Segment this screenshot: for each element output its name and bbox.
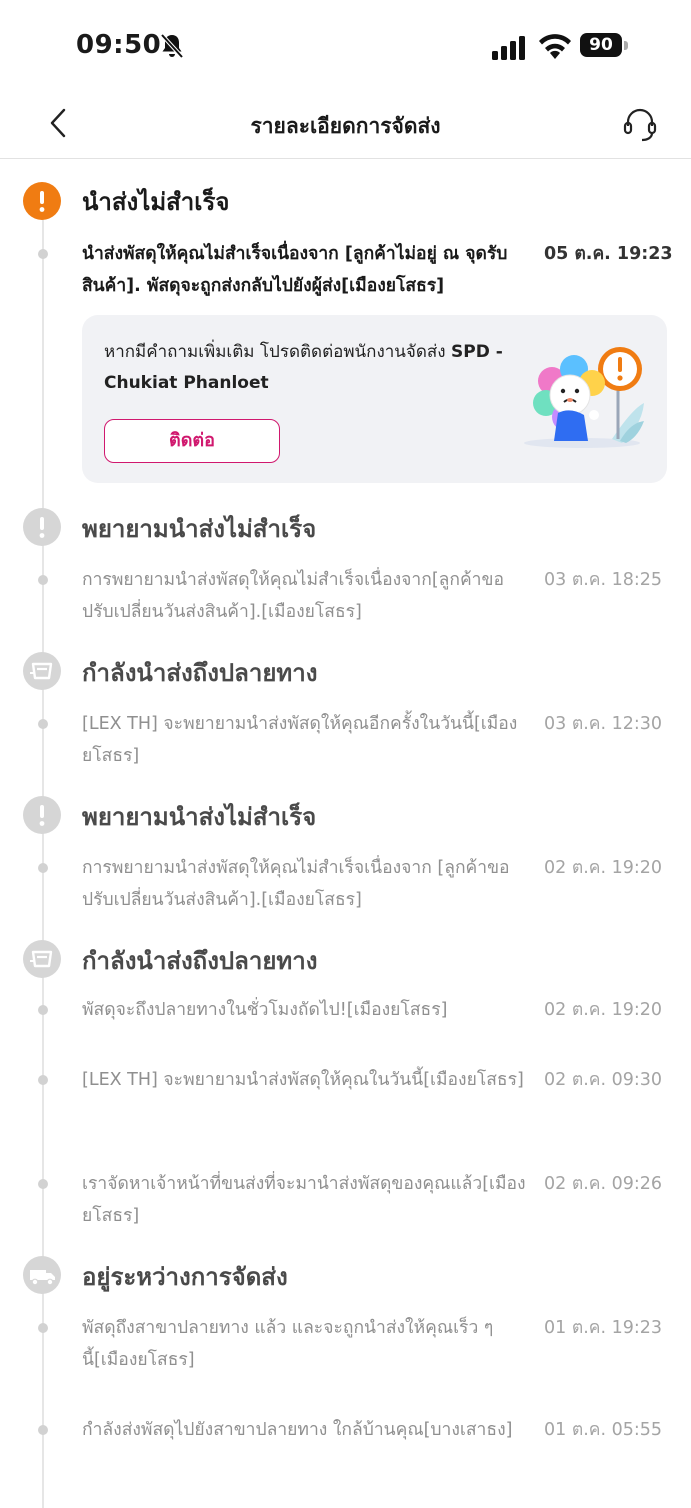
- stage-title: พยายามนำส่งไม่สำเร็จ: [82, 515, 317, 543]
- mascot-alert-illustration: [524, 347, 644, 448]
- courier-contact-card: หากมีคำถามเพิ่มเติม โปรดติดต่อพนักงานจัด…: [82, 315, 667, 483]
- event-dot: [38, 1425, 48, 1435]
- page-title: รายละเอียดการจัดส่ง: [250, 114, 441, 138]
- card-text: หากมีคำถามเพิ่มเติม โปรดติดต่อพนักงานจัด…: [104, 342, 446, 362]
- event-text: นำส่งพัสดุให้คุณไม่สำเร็จเนื่องจาก [ลูกค…: [82, 244, 508, 296]
- cellular-signal-icon: [492, 36, 525, 60]
- battery-level: 90: [580, 33, 622, 57]
- event-dot: [38, 719, 48, 729]
- event-text: กำลังส่งพัสดุไปยังสาขาปลายทาง ใกล้บ้านคุ…: [82, 1420, 513, 1440]
- wifi-icon: [539, 34, 571, 59]
- event-text: พัสดุถึงสาขาปลายทาง แล้ว และจะถูกนำส่งให…: [82, 1318, 494, 1370]
- status-time: 09:50: [76, 30, 162, 60]
- event-time: 02 ต.ค. 09:30: [544, 1070, 663, 1090]
- event-time: 02 ต.ค. 09:26: [544, 1174, 663, 1194]
- card-message: หากมีคำถามเพิ่มเติม โปรดติดต่อพนักงานจัด…: [104, 337, 514, 399]
- battery-indicator: 90: [580, 33, 632, 59]
- delivery-box-icon: [23, 940, 61, 978]
- event-dot: [38, 575, 48, 585]
- nav-bar: รายละเอียดการจัดส่ง: [0, 90, 691, 159]
- event-time: 02 ต.ค. 19:20: [544, 1000, 663, 1020]
- delivery-timeline: นำส่งไม่สำเร็จ นำส่งพัสดุให้คุณไม่สำเร็จ…: [0, 158, 691, 1508]
- alert-icon: [23, 508, 61, 546]
- status-bar: 09:50 90: [0, 0, 691, 90]
- event-text: เราจัดหาเจ้าหน้าที่ขนส่งที่จะมานำส่งพัสด…: [82, 1174, 526, 1226]
- event-time: 01 ต.ค. 05:55: [544, 1420, 663, 1440]
- event-text: [LEX TH] จะพยายามนำส่งพัสดุให้คุณในวันนี…: [82, 1070, 524, 1090]
- contact-courier-button[interactable]: ติดต่อ: [104, 419, 280, 463]
- event-dot: [38, 1005, 48, 1015]
- event-text: [LEX TH] จะพยายามนำส่งพัสดุให้คุณอีกครั้…: [82, 714, 518, 766]
- alert-icon: [23, 182, 61, 220]
- headset-support-icon[interactable]: [620, 104, 660, 144]
- stage-title: กำลังนำส่งถึงปลายทาง: [82, 659, 318, 687]
- timeline-line: [42, 198, 44, 1508]
- event-dot: [38, 1323, 48, 1333]
- event-time: 02 ต.ค. 19:20: [544, 858, 663, 878]
- event-dot: [38, 863, 48, 873]
- bell-muted-icon: [160, 33, 184, 59]
- event-time: 03 ต.ค. 18:25: [544, 570, 663, 590]
- stage-title: พยายามนำส่งไม่สำเร็จ: [82, 803, 317, 831]
- event-time: 01 ต.ค. 19:23: [544, 1318, 663, 1338]
- event-text: พัสดุจะถึงปลายทางในชั่วโมงถัดไป![เมืองยโ…: [82, 1000, 448, 1020]
- delivery-box-icon: [23, 652, 61, 690]
- event-time: 05 ต.ค. 19:23: [544, 244, 673, 264]
- alert-icon: [23, 796, 61, 834]
- event-dot: [38, 249, 48, 259]
- event-time: 03 ต.ค. 12:30: [544, 714, 663, 734]
- truck-icon: [23, 1256, 61, 1294]
- event-text: การพยายามนำส่งพัสดุให้คุณไม่สำเร็จเนื่อง…: [82, 858, 510, 910]
- event-text: การพยายามนำส่งพัสดุให้คุณไม่สำเร็จเนื่อง…: [82, 570, 504, 622]
- stage-title: กำลังนำส่งถึงปลายทาง: [82, 947, 318, 975]
- stage-title: นำส่งไม่สำเร็จ: [82, 188, 230, 216]
- event-dot: [38, 1179, 48, 1189]
- stage-title: อยู่ระหว่างการจัดส่ง: [82, 1263, 288, 1291]
- event-dot: [38, 1075, 48, 1085]
